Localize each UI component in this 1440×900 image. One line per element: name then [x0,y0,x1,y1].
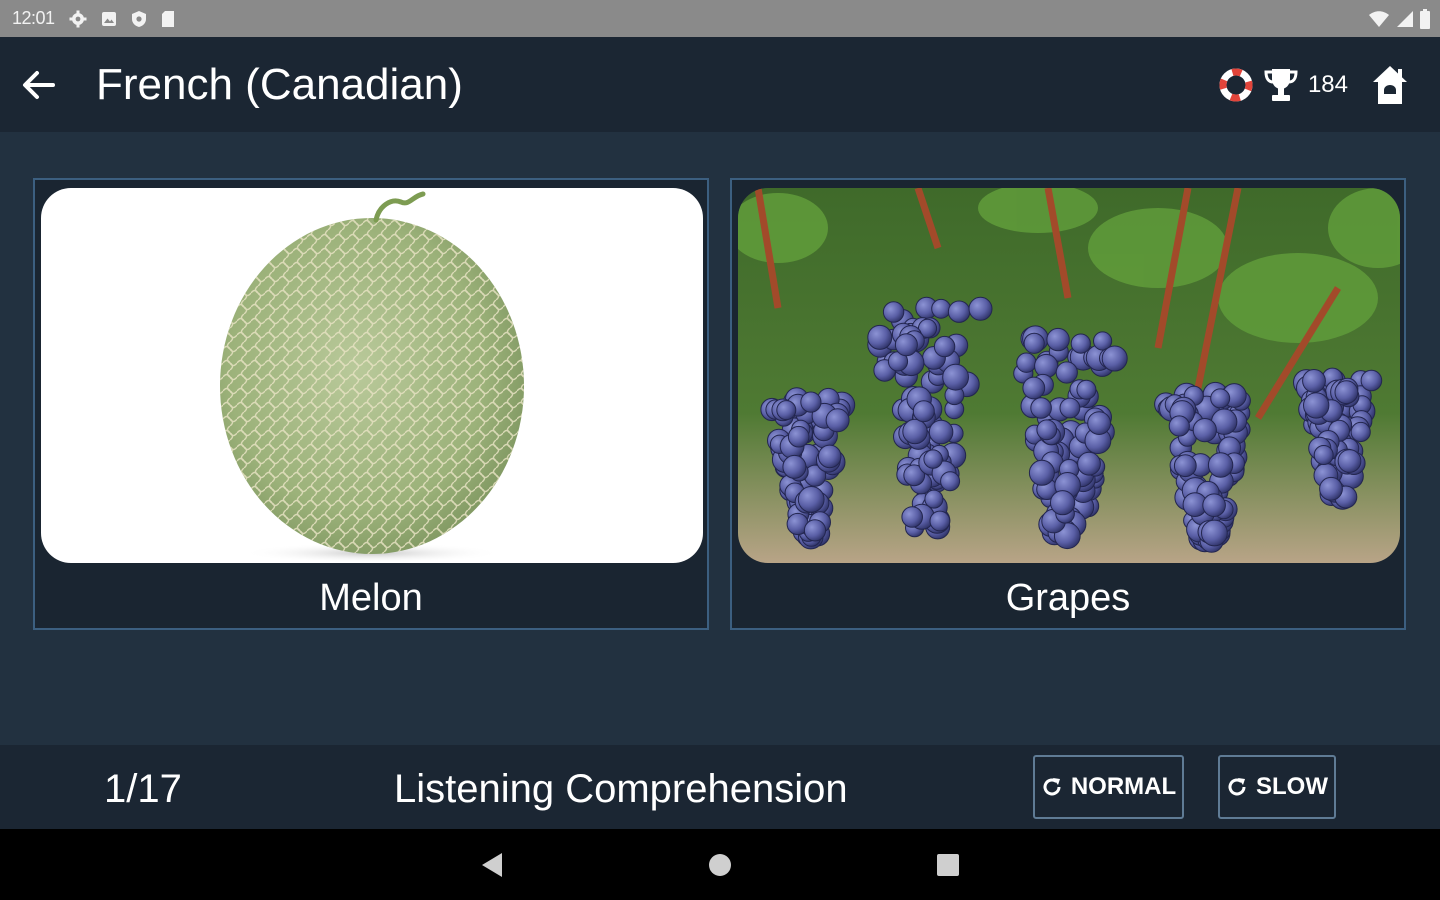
home-icon[interactable] [1370,63,1410,107]
replay-icon [1043,778,1061,796]
nav-back-icon [482,853,502,877]
melon-photo [41,188,703,563]
photo-icon [101,11,116,26]
back-button[interactable] [18,65,58,105]
grapes-photo [738,188,1400,563]
shield-icon [131,10,146,27]
exercise-mode-title: Listening Comprehension [394,767,848,811]
nav-recents-button[interactable] [934,851,962,879]
replay-slow-button[interactable]: SLOW [1218,755,1336,819]
answer-card-grapes[interactable]: Grapes [730,178,1406,630]
question-progress: 1/17 [104,767,182,811]
sd-card-icon [161,10,174,27]
nav-recents-icon [937,854,959,876]
app-bar-actions: 184 [1218,61,1410,109]
status-left-icons [69,10,175,28]
nav-home-icon [709,854,731,876]
trophy-icon[interactable] [1262,66,1300,104]
answer-label: Melon [319,577,423,619]
answer-card-melon[interactable]: Melon [33,178,709,630]
battery-icon [1420,8,1430,29]
page-title: French (Canadian) [96,60,463,109]
replay-normal-label: NORMAL [1070,773,1177,800]
signal-icon [1397,10,1413,27]
replay-normal-button[interactable]: NORMAL [1033,755,1184,819]
nav-home-button[interactable] [706,851,734,879]
answer-label: Grapes [1005,577,1131,619]
back-arrow-icon [23,71,55,99]
bottom-bar: 1/17 Listening Comprehension NORMAL SLOW [0,745,1440,829]
status-right-icons [1368,0,1430,37]
system-nav-bar [0,829,1440,900]
replay-slow-label: SLOW [1256,773,1328,800]
nav-back-button[interactable] [478,851,506,879]
wifi-icon [1369,10,1389,27]
score-count: 184 [1307,71,1348,98]
lifebuoy-icon[interactable] [1218,67,1254,103]
settings-icon [69,10,87,27]
replay-icon [1228,778,1246,796]
status-time: 12:01 [12,8,55,28]
app-bar: French (Canadian) 184 [0,37,1440,132]
status-bar: 12:01 [0,0,1440,37]
